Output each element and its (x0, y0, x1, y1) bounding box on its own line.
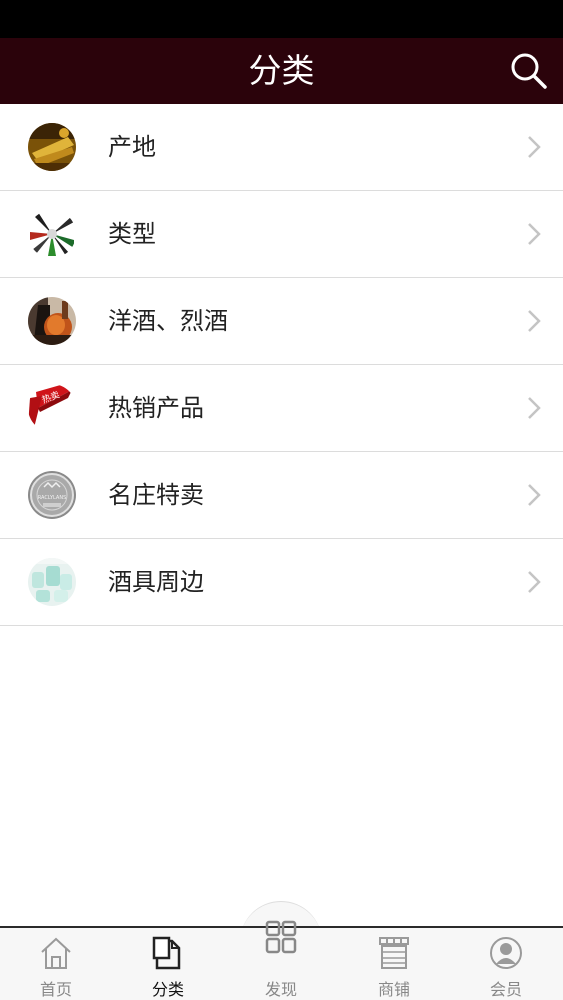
chevron-right-icon (528, 310, 541, 332)
page-title: 分类 (248, 51, 315, 90)
bottom-tab-bar: 首页 分类 发现 商铺 会员 (0, 920, 563, 1000)
category-list: 产地 类型 洋酒、烈酒 热卖 热销产品 RACLYLANS 名庄特卖 酒具周边 (0, 104, 563, 626)
tab-category[interactable]: 分类 (112, 928, 224, 1000)
category-label: 洋酒、烈酒 (108, 307, 228, 335)
category-item-liquor[interactable]: 洋酒、烈酒 (0, 278, 563, 365)
glassware-thumbnail (28, 558, 76, 606)
category-item-origin[interactable]: 产地 (0, 104, 563, 191)
medal-text: RACLYLANS (38, 495, 67, 501)
header-bar: 分类 (0, 38, 563, 104)
tab-label: 商铺 (377, 980, 410, 999)
category-item-estate-sale[interactable]: RACLYLANS 名庄特卖 (0, 452, 563, 539)
chevron-right-icon (528, 571, 541, 593)
tab-discover[interactable]: 发现 (225, 920, 337, 1000)
hot-sale-ribbon-thumbnail: 热卖 (28, 384, 76, 432)
discover-grid-icon (265, 920, 297, 954)
category-label: 产地 (108, 133, 156, 161)
search-button[interactable] (509, 51, 549, 91)
tab-store[interactable]: 商铺 (338, 928, 450, 1000)
home-icon (41, 937, 71, 969)
tab-label: 发现 (264, 980, 297, 999)
category-label: 酒具周边 (108, 568, 204, 596)
category-label: 名庄特卖 (108, 481, 204, 509)
gold-wine-thumbnail (28, 123, 76, 171)
category-icon (152, 936, 181, 970)
chevron-right-icon (528, 136, 541, 158)
tab-home[interactable]: 首页 (0, 928, 112, 1000)
tab-label: 分类 (151, 980, 184, 999)
search-icon (511, 53, 547, 89)
category-label: 类型 (108, 220, 156, 248)
tab-label: 首页 (39, 980, 72, 999)
tab-member[interactable]: 会员 (450, 928, 562, 1000)
category-item-type[interactable]: 类型 (0, 191, 563, 278)
category-item-hot-sale[interactable]: 热卖 热销产品 (0, 365, 563, 452)
silver-medal-thumbnail: RACLYLANS (28, 471, 76, 519)
bottle-fan-thumbnail (28, 210, 76, 258)
category-item-wine-accessories[interactable]: 酒具周边 (0, 539, 563, 626)
liquor-bottles-thumbnail (28, 297, 76, 345)
tab-label: 会员 (489, 980, 522, 999)
status-bar (0, 0, 563, 38)
store-icon (379, 937, 409, 969)
category-label: 热销产品 (108, 394, 204, 422)
member-icon (490, 937, 522, 969)
chevron-right-icon (528, 484, 541, 506)
chevron-right-icon (528, 223, 541, 245)
chevron-right-icon (528, 397, 541, 419)
